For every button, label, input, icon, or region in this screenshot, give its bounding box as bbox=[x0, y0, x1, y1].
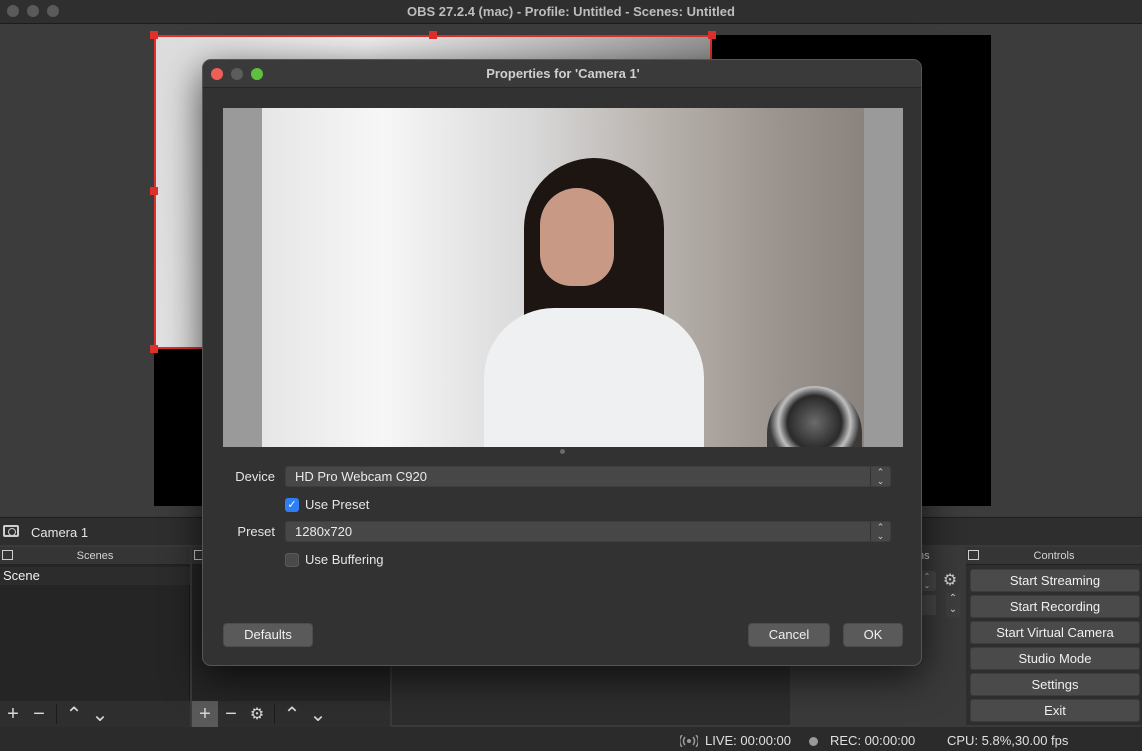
use-preset-label: Use Preset bbox=[305, 497, 370, 512]
preset-select[interactable]: 1280x720 ⌃ ⌄ bbox=[285, 521, 891, 542]
use-buffering-label: Use Buffering bbox=[305, 552, 384, 567]
camera-preview bbox=[223, 108, 903, 447]
microphone bbox=[767, 386, 862, 447]
cpu-fps-readout: CPU: 5.8%,30.00 fps bbox=[947, 733, 1069, 748]
source-properties-gear-icon[interactable]: ⚙ bbox=[244, 701, 270, 727]
sources-dock-header bbox=[192, 547, 205, 565]
rec-timer: REC: 00:00:00 bbox=[830, 733, 916, 748]
controls-dock-header: Controls bbox=[966, 547, 1142, 565]
transitions-panel: ⌃ ⌄ ⚙ ⌃ ⌄ bbox=[918, 565, 964, 625]
use-buffering-checkbox[interactable] bbox=[285, 552, 299, 567]
resize-handle[interactable] bbox=[150, 31, 158, 39]
record-indicator-icon bbox=[809, 737, 818, 746]
device-select-value: HD Pro Webcam C920 bbox=[295, 469, 427, 484]
start-recording-button[interactable]: Start Recording bbox=[970, 595, 1140, 618]
studio-mode-button[interactable]: Studio Mode bbox=[970, 647, 1140, 670]
move-source-down-button[interactable]: ⌄ bbox=[305, 701, 331, 727]
properties-dialog: Properties for 'Camera 1' Device HD Pro … bbox=[202, 59, 922, 666]
scenes-dock-title: Scenes bbox=[76, 550, 114, 562]
move-scene-down-button[interactable]: ⌄ bbox=[87, 701, 113, 727]
start-virtual-camera-button[interactable]: Start Virtual Camera bbox=[970, 621, 1140, 644]
dialog-title: Properties for 'Camera 1' bbox=[486, 66, 640, 81]
scenes-toolbar: + − ⌃ ⌄ bbox=[0, 701, 190, 727]
ok-button[interactable]: OK bbox=[843, 623, 903, 647]
use-preset-checkbox[interactable]: ✓ bbox=[285, 497, 299, 512]
exit-button[interactable]: Exit bbox=[970, 699, 1140, 722]
chevron-updown-icon: ⌃ ⌄ bbox=[870, 467, 890, 486]
broadcast-icon bbox=[680, 735, 698, 747]
camera-video-frame bbox=[262, 108, 864, 447]
defaults-button[interactable]: Defaults bbox=[223, 623, 313, 647]
window-title: OBS 27.2.4 (mac) - Profile: Untitled - S… bbox=[407, 4, 735, 19]
live-timer: LIVE: 00:00:00 bbox=[705, 733, 792, 748]
person-shirt bbox=[484, 308, 704, 447]
start-streaming-button[interactable]: Start Streaming bbox=[970, 569, 1140, 592]
controls-dock-title: Controls bbox=[1033, 550, 1075, 562]
device-label: Device bbox=[235, 469, 275, 484]
use-buffering-row[interactable]: Use Buffering bbox=[285, 552, 384, 567]
main-titlebar: OBS 27.2.4 (mac) - Profile: Untitled - S… bbox=[0, 0, 1142, 24]
scene-item[interactable]: Scene bbox=[0, 567, 190, 585]
add-source-button[interactable]: + bbox=[192, 701, 218, 727]
controls-panel: Start Streaming Start Recording Start Vi… bbox=[966, 565, 1142, 725]
sources-toolbar: + − ⚙ ⌃ ⌄ bbox=[192, 701, 390, 727]
toolbar-divider bbox=[274, 704, 275, 724]
cancel-button[interactable]: Cancel bbox=[748, 623, 830, 647]
remove-source-button[interactable]: − bbox=[218, 701, 244, 727]
remove-scene-button[interactable]: − bbox=[26, 701, 52, 727]
undock-icon[interactable] bbox=[968, 550, 979, 560]
undock-icon[interactable] bbox=[2, 550, 13, 560]
splitter-handle[interactable] bbox=[560, 449, 565, 454]
gear-icon[interactable]: ⚙ bbox=[940, 571, 960, 591]
camera-icon bbox=[3, 525, 19, 537]
toolbar-divider bbox=[56, 704, 57, 724]
scenes-dock-header: Scenes bbox=[0, 547, 190, 565]
device-select[interactable]: HD Pro Webcam C920 ⌃ ⌄ bbox=[285, 466, 891, 487]
dialog-titlebar: Properties for 'Camera 1' bbox=[203, 60, 921, 88]
resize-handle[interactable] bbox=[708, 31, 716, 39]
resize-handle[interactable] bbox=[429, 31, 437, 39]
move-source-up-button[interactable]: ⌃ bbox=[279, 701, 305, 727]
preset-label: Preset bbox=[237, 524, 275, 539]
preset-select-value: 1280x720 bbox=[295, 524, 353, 539]
obs-window: OBS 27.2.4 (mac) - Profile: Untitled - S… bbox=[0, 0, 1142, 751]
add-scene-button[interactable]: + bbox=[0, 701, 26, 727]
settings-button[interactable]: Settings bbox=[970, 673, 1140, 696]
move-scene-up-button[interactable]: ⌃ bbox=[61, 701, 87, 727]
status-bar: LIVE: 00:00:00 REC: 00:00:00 CPU: 5.8%,3… bbox=[0, 727, 1142, 751]
scenes-list[interactable]: Scene bbox=[0, 565, 190, 701]
person-face bbox=[540, 188, 614, 286]
transitions-dock-title: ns bbox=[918, 550, 930, 562]
chevron-updown-icon: ⌃ ⌄ bbox=[870, 522, 890, 541]
resize-handle[interactable] bbox=[150, 345, 158, 353]
use-preset-row[interactable]: ✓ Use Preset bbox=[285, 497, 369, 512]
duration-stepper[interactable]: ⌃ ⌄ bbox=[946, 593, 960, 617]
selected-source-label: Camera 1 bbox=[31, 525, 89, 540]
resize-handle[interactable] bbox=[150, 187, 158, 195]
